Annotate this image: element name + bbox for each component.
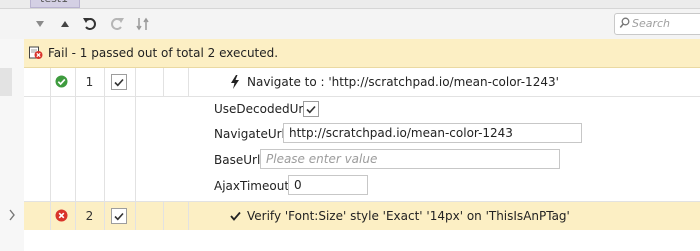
search-input[interactable] [632, 15, 700, 31]
check-mark-icon [230, 211, 241, 221]
fail-icon [29, 46, 43, 59]
step-expander-cell [24, 202, 51, 230]
step-description: Verify 'Font:Size' style 'Exact' '14px' … [247, 209, 570, 223]
filter-down-button[interactable] [29, 14, 51, 34]
status-bar: Fail - 1 passed out of total 2 executed. [24, 39, 700, 68]
search-box[interactable] [614, 13, 700, 35]
step-enabled-cell [104, 68, 136, 96]
move-up-button[interactable] [54, 14, 76, 34]
step-row-2[interactable]: 2 Verify 'Font:Size' style 'Exact' '14px… [24, 201, 700, 231]
undo-icon [83, 18, 96, 30]
step-extra-cell [163, 202, 189, 230]
param-label-navigateurl: NavigateUrl: [214, 127, 289, 141]
step-number: 1 [75, 68, 105, 96]
step-row-1[interactable]: 1 Navigate to : 'http://scratchpad.io/me… [24, 68, 700, 97]
fail-status-icon [55, 209, 68, 222]
empty-grid-area [24, 230, 700, 251]
status-text: Fail - 1 passed out of total 2 executed. [48, 46, 279, 60]
step-extra-cell [163, 68, 189, 96]
details-gutter [50, 97, 76, 201]
chevron-right-icon[interactable] [8, 209, 16, 221]
details-gutter [75, 97, 105, 201]
left-panel-selection [0, 68, 12, 96]
step-enabled-cell [104, 202, 136, 230]
checkmark-icon [114, 78, 124, 86]
search-icon [619, 17, 630, 28]
ajaxtimeout-field[interactable] [288, 175, 368, 195]
lightning-icon [231, 75, 239, 89]
document-tab[interactable]: test1 [30, 0, 80, 8]
step-enabled-checkbox[interactable] [111, 74, 127, 90]
param-label-ajaxtimeout: AjaxTimeout: [214, 179, 294, 193]
details-gutter [104, 97, 136, 201]
usedecodedurl-checkbox[interactable] [303, 101, 319, 117]
step-result-cell [50, 202, 76, 230]
checkmark-icon [306, 105, 316, 113]
param-label-usedecodedurl: UseDecodedUrl: [214, 102, 311, 116]
step-number: 2 [75, 202, 105, 230]
details-gutter [24, 97, 51, 201]
navigateurl-field[interactable] [283, 123, 582, 143]
toolbar [0, 9, 700, 40]
step-extra-cell [135, 202, 164, 230]
reorder-icon [136, 17, 149, 31]
document-tab-label: test1 [40, 0, 68, 5]
undo-button[interactable] [79, 14, 101, 34]
step-extra-cell [135, 68, 164, 96]
triangle-up-icon [61, 21, 69, 27]
checkmark-icon [114, 212, 124, 220]
param-label-baseurl: BaseUrl: [214, 153, 265, 167]
step-enabled-checkbox[interactable] [111, 208, 127, 224]
redo-icon [111, 18, 124, 30]
triangle-down-icon [36, 21, 44, 27]
reorder-button[interactable] [132, 14, 154, 34]
step-expander-cell [24, 68, 51, 96]
step-result-cell [50, 68, 76, 96]
redo-button[interactable] [106, 14, 128, 34]
baseurl-field[interactable] [260, 149, 560, 169]
step-description: Navigate to : 'http://scratchpad.io/mean… [247, 75, 559, 89]
pass-icon [55, 75, 68, 88]
tab-strip [0, 0, 700, 9]
